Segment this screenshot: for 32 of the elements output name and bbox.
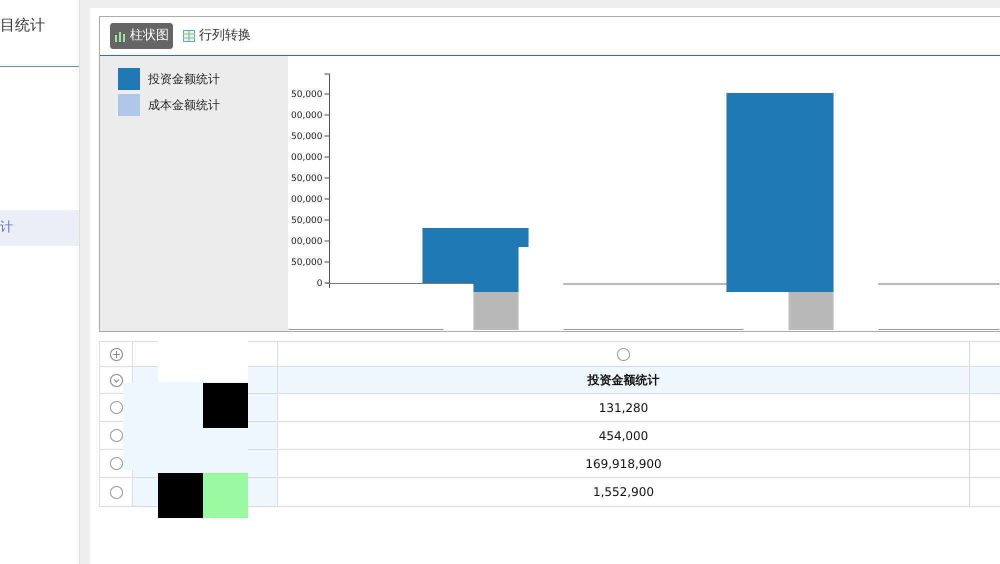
toolbar-button[interactable]: 柱状图 bbox=[110, 23, 173, 49]
table-cell-text: 454,000 bbox=[598, 428, 648, 444]
axis-tick-label: 00,000 bbox=[291, 237, 322, 247]
radio-button[interactable] bbox=[110, 486, 122, 498]
axis-tick-label: 50,000 bbox=[291, 258, 322, 268]
column-header: 投资金额统计 bbox=[588, 372, 660, 389]
axis-tick-label: 0 bbox=[316, 279, 322, 289]
sidebar-item[interactable]: 计 bbox=[0, 210, 79, 246]
collapse-icon[interactable] bbox=[110, 374, 122, 386]
radio-button[interactable] bbox=[617, 348, 630, 360]
table-cell-text: 169,918,900 bbox=[585, 456, 662, 472]
radio-button[interactable] bbox=[110, 457, 122, 470]
overlay-block bbox=[158, 473, 203, 518]
axis-tick-label: 00,000 bbox=[291, 153, 322, 163]
table-cell-text: 1,552,900 bbox=[592, 484, 654, 501]
table-cell-text: 131,280 bbox=[598, 400, 648, 416]
table-icon bbox=[183, 30, 195, 42]
radio-button[interactable] bbox=[110, 429, 122, 442]
expand-icon[interactable] bbox=[110, 348, 122, 360]
legend-label: 投资金额统计 bbox=[148, 71, 220, 88]
axis-tick-label: 00,000 bbox=[291, 195, 322, 205]
legend-label: 成本金额统计 bbox=[148, 97, 220, 114]
radio-button[interactable] bbox=[110, 401, 122, 414]
axis-tick-label: 50,000 bbox=[291, 174, 322, 184]
axis-tick-label: 50,000 bbox=[291, 132, 322, 142]
bar-chart-icon bbox=[114, 30, 126, 42]
axis-tick-label: 00,000 bbox=[291, 111, 322, 121]
toolbar-button[interactable]: 行列转换 bbox=[179, 23, 255, 49]
sidebar-title: 目统计 bbox=[0, 15, 45, 36]
axis-tick-label: 50,000 bbox=[291, 90, 322, 100]
overlay-block bbox=[203, 473, 248, 518]
axis-tick-label: 50,000 bbox=[291, 216, 322, 226]
